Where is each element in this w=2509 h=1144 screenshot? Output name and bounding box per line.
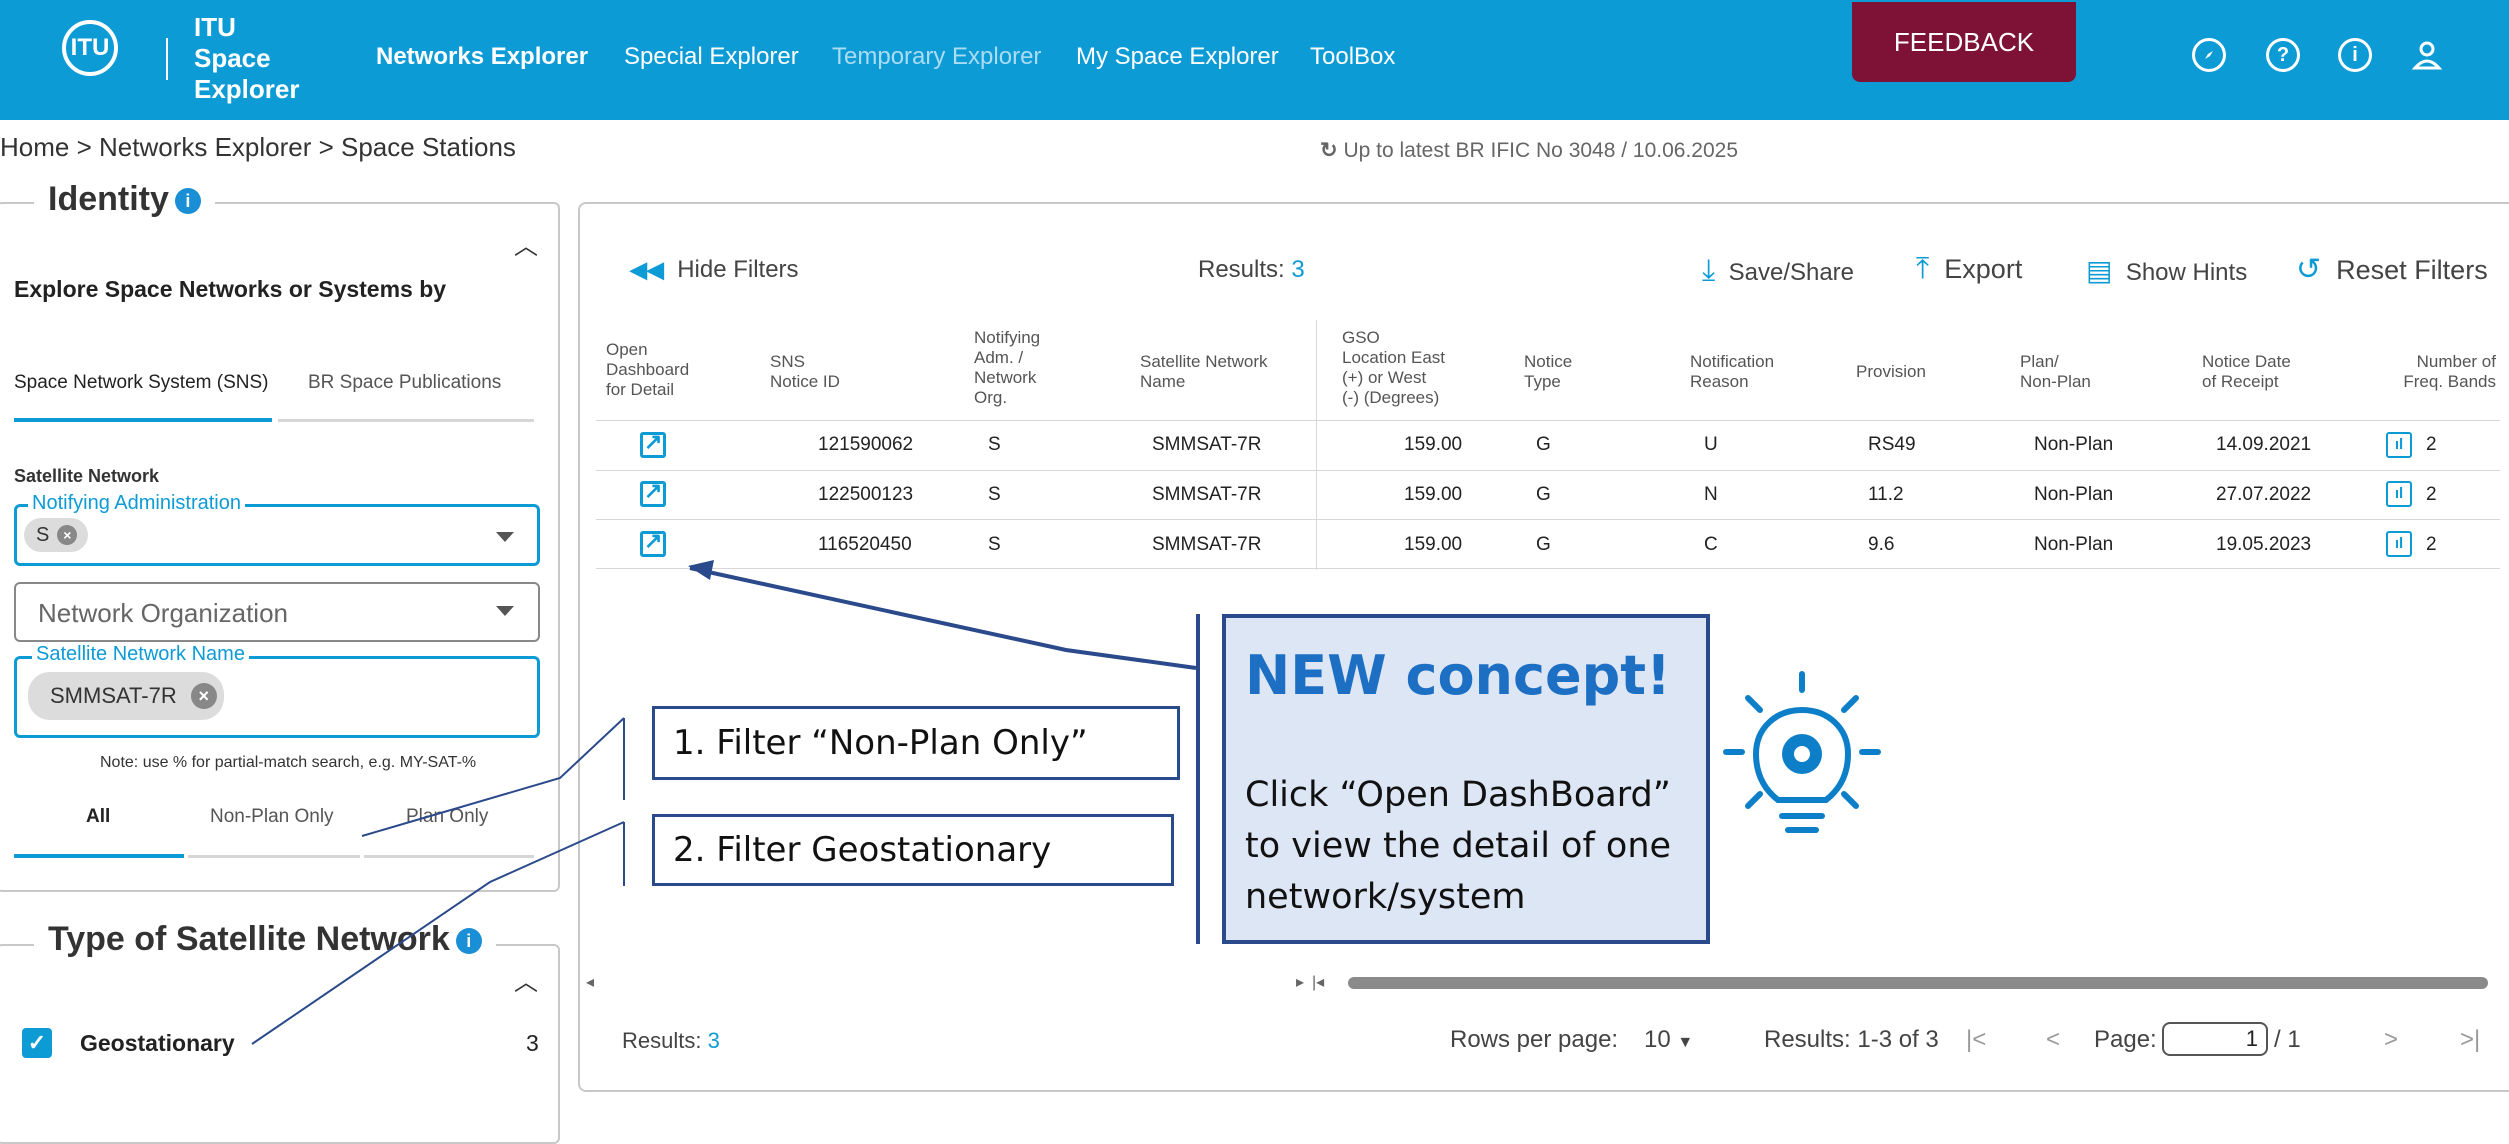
concept-connector-bar bbox=[1196, 614, 1200, 944]
step2-callout: 2. Filter Geostationary bbox=[652, 814, 1174, 886]
new-concept-title: NEW concept! bbox=[1245, 644, 1671, 707]
new-concept-body: Click “Open DashBoard” to view the detai… bbox=[1245, 775, 1672, 917]
lightbulb-gear-icon bbox=[1720, 668, 1884, 853]
step1-callout: 1. Filter “Non-Plan Only” bbox=[652, 706, 1180, 780]
